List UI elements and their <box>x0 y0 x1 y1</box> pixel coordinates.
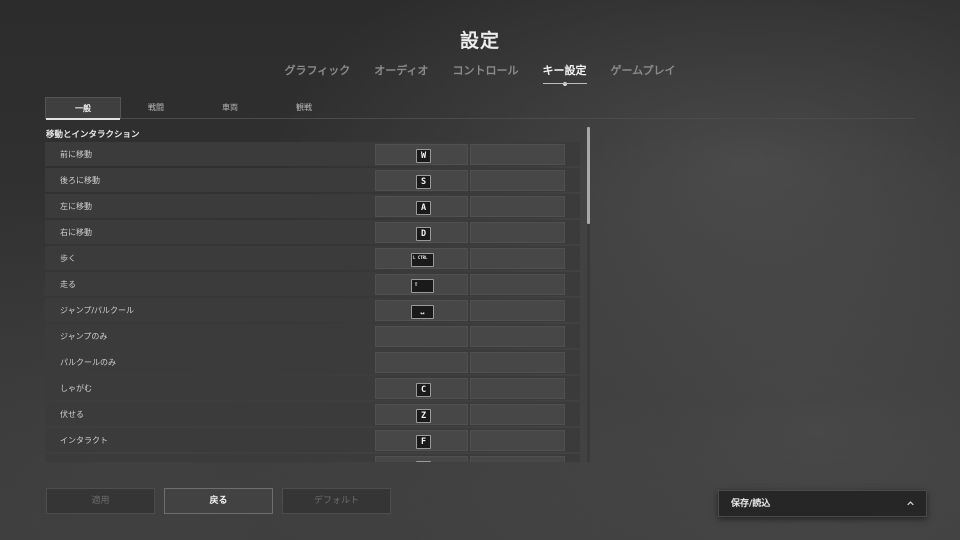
tab-gameplay[interactable]: ゲームプレイ <box>611 62 676 84</box>
subtab-general[interactable]: 一般 <box>45 97 121 120</box>
secondary-key-slot[interactable] <box>470 326 565 347</box>
primary-key-slot[interactable]: ⇧ <box>375 274 468 295</box>
primary-key-slot[interactable] <box>375 326 468 347</box>
key-cap: S <box>416 175 431 189</box>
keybinding-row: 歩く L CTRL <box>45 246 580 270</box>
save-load-label: 保存/読込 <box>731 499 771 509</box>
action-label: 後ろに移動 <box>60 176 100 185</box>
scrollbar-thumb[interactable] <box>587 127 590 224</box>
active-tab-indicator <box>46 118 120 120</box>
keybinding-row: パルクールのみ <box>45 350 580 374</box>
primary-key-slot[interactable]: S <box>375 170 468 191</box>
primary-key-slot[interactable]: ⎵ <box>375 300 468 321</box>
section-title: 移動とインタラクション <box>46 130 140 140</box>
tab-controls[interactable]: コントロール <box>453 62 519 84</box>
keybinding-row: 左に移動 A <box>45 194 580 218</box>
page-title: 設定 <box>459 30 500 52</box>
keybinding-row: 伏せる Z <box>45 402 580 426</box>
action-label: パルクールのみ <box>60 358 116 367</box>
action-label: 歩く <box>60 254 76 263</box>
secondary-key-slot[interactable] <box>470 196 565 217</box>
keybinding-row: ジャンプ/パルクール ⎵ <box>45 298 580 322</box>
primary-key-slot[interactable]: D <box>375 222 468 243</box>
key-cap: C <box>416 383 431 397</box>
keybinding-row: 後ろに移動 S <box>45 168 580 192</box>
secondary-key-slot[interactable] <box>470 404 565 425</box>
main-tab-bar: グラフィック オーディオ コントロール キー設定 ゲームプレイ <box>0 62 960 86</box>
secondary-key-slot[interactable] <box>470 248 565 269</box>
action-label: 右に移動 <box>60 228 92 237</box>
keybinding-row: ジャンプのみ <box>45 324 580 348</box>
secondary-key-slot[interactable] <box>470 170 565 191</box>
key-cap: ⇧ <box>411 279 434 293</box>
key-cap <box>416 461 431 462</box>
action-label: 伏せる <box>60 410 84 419</box>
action-label: 走る <box>60 280 76 289</box>
tab-graphics[interactable]: グラフィック <box>284 62 350 84</box>
key-cap: W <box>416 149 431 163</box>
sub-tab-bar: 一般 戦闘 車両 観戦 <box>45 97 915 120</box>
subtab-spectate[interactable]: 観戦 <box>267 97 341 118</box>
keybinding-row-partial <box>45 454 580 462</box>
save-load-button[interactable]: 保存/読込 <box>718 490 927 517</box>
primary-key-slot[interactable]: C <box>375 378 468 399</box>
keybinding-row: インタラクト F <box>45 428 580 452</box>
key-cap: Z <box>416 409 431 423</box>
primary-key-slot[interactable]: Z <box>375 404 468 425</box>
secondary-key-slot[interactable] <box>470 352 565 373</box>
primary-key-slot[interactable]: W <box>375 144 468 165</box>
action-label: インタラクト <box>60 436 108 445</box>
key-cap: L CTRL <box>411 253 434 267</box>
subtab-general-label: 一般 <box>75 104 91 113</box>
action-label: 前に移動 <box>60 150 92 159</box>
primary-key-slot[interactable] <box>375 352 468 373</box>
primary-key-slot[interactable]: F <box>375 430 468 451</box>
primary-key-slot[interactable] <box>375 456 468 462</box>
action-label: ジャンプ/パルクール <box>60 306 135 315</box>
secondary-key-slot[interactable] <box>470 222 565 243</box>
action-label: しゃがむ <box>60 384 92 393</box>
key-cap: D <box>416 227 431 241</box>
keybinding-row: 前に移動 W <box>45 142 580 166</box>
key-cap: A <box>416 201 431 215</box>
subtab-vehicle[interactable]: 車両 <box>193 97 267 118</box>
chevron-up-icon <box>907 501 914 506</box>
keybinding-row: 走る ⇧ <box>45 272 580 296</box>
tab-key-bindings[interactable]: キー設定 <box>542 62 587 86</box>
apply-button[interactable]: 適用 <box>46 488 155 514</box>
secondary-key-slot[interactable] <box>470 430 565 451</box>
scrollbar[interactable] <box>587 127 590 462</box>
back-button[interactable]: 戻る <box>164 488 273 514</box>
primary-key-slot[interactable]: L CTRL <box>375 248 468 269</box>
default-button[interactable]: デフォルト <box>282 488 391 514</box>
secondary-key-slot[interactable] <box>470 456 565 462</box>
primary-key-slot[interactable]: A <box>375 196 468 217</box>
action-label: 左に移動 <box>60 202 92 211</box>
action-label: ジャンプのみ <box>60 332 108 341</box>
tab-audio[interactable]: オーディオ <box>374 62 428 84</box>
keybinding-row: しゃがむ C <box>45 376 580 400</box>
secondary-key-slot[interactable] <box>470 144 565 165</box>
subtab-combat[interactable]: 戦闘 <box>119 97 193 118</box>
keybinding-list[interactable]: 前に移動 W 後ろに移動 S 左に移動 A 右に移動 D 歩く L CTRL 走る ⇧ ジャンプ/パルク… <box>45 142 581 462</box>
secondary-key-slot[interactable] <box>470 378 565 399</box>
key-cap: F <box>416 435 431 449</box>
keybinding-row: 右に移動 D <box>45 220 580 244</box>
secondary-key-slot[interactable] <box>470 300 565 321</box>
key-cap: ⎵ <box>411 305 434 319</box>
secondary-key-slot[interactable] <box>470 274 565 295</box>
